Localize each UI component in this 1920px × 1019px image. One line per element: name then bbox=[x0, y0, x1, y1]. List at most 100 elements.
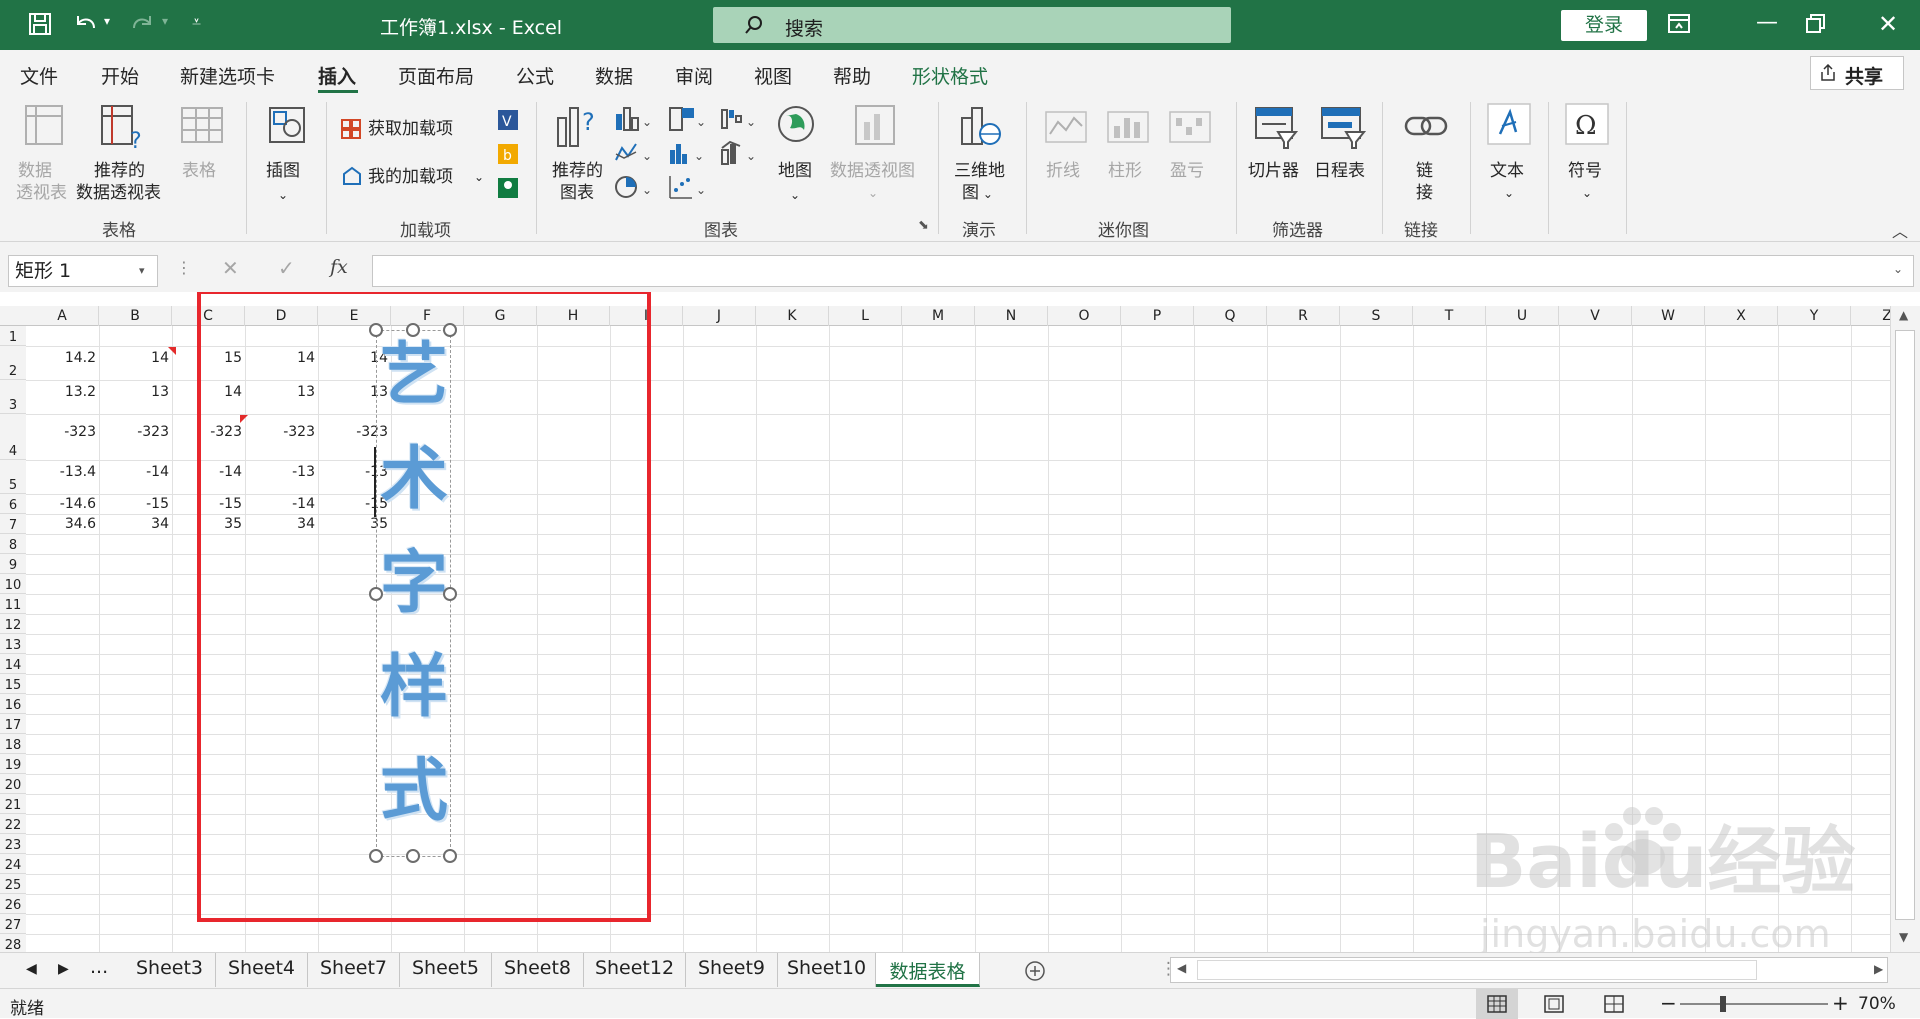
statistic-chart-icon[interactable]: ⌄ bbox=[668, 140, 708, 166]
vertical-scrollbar[interactable]: ▲ ▼ bbox=[1890, 306, 1920, 952]
sheet-tab-6[interactable]: Sheet12 bbox=[584, 953, 686, 987]
customize-toolbar-icon[interactable]: ⩡ bbox=[192, 12, 201, 32]
row-header-2[interactable]: 2 bbox=[0, 346, 26, 380]
scroll-up-icon[interactable]: ▲ bbox=[1899, 308, 1908, 322]
cell-B6[interactable]: -15 bbox=[99, 496, 169, 512]
column-header-R[interactable]: R bbox=[1267, 306, 1340, 326]
row-header-6[interactable]: 6 bbox=[0, 494, 26, 514]
name-box[interactable]: 矩形 1 ▾ bbox=[8, 255, 158, 287]
tab-shape-format[interactable]: 形状格式 bbox=[912, 62, 988, 89]
column-header-V[interactable]: V bbox=[1559, 306, 1632, 326]
normal-view-button[interactable] bbox=[1476, 989, 1518, 1019]
column-header-S[interactable]: S bbox=[1340, 306, 1413, 326]
row-header-3[interactable]: 3 bbox=[0, 380, 26, 414]
row-header-17[interactable]: 17 bbox=[0, 714, 26, 734]
new-sheet-icon[interactable] bbox=[1024, 960, 1046, 982]
get-addins-button[interactable]: 获取加载项 bbox=[338, 116, 478, 142]
hierarchy-chart-icon[interactable]: ⌄ bbox=[668, 106, 708, 132]
cell-B5[interactable]: -14 bbox=[99, 464, 169, 480]
cell-B7[interactable]: 34 bbox=[99, 516, 169, 532]
timeline-button[interactable]: 日程表 bbox=[1310, 104, 1374, 214]
zoom-out-button[interactable]: − bbox=[1660, 991, 1677, 1015]
prev-sheet-icon[interactable]: ◀ bbox=[26, 961, 37, 977]
column-header-J[interactable]: J bbox=[683, 306, 756, 326]
page-layout-view-icon[interactable] bbox=[1544, 995, 1564, 1013]
cancel-entry-icon[interactable]: ✕ bbox=[222, 256, 239, 280]
row-header-4[interactable]: 4 bbox=[0, 414, 26, 460]
cell-A7[interactable]: 34.6 bbox=[26, 516, 96, 532]
column-header-X[interactable]: X bbox=[1705, 306, 1778, 326]
cell-B2[interactable]: 14 bbox=[99, 350, 169, 366]
scroll-left-icon[interactable]: ◀ bbox=[1177, 961, 1186, 975]
cell-B3[interactable]: 13 bbox=[99, 384, 169, 400]
page-break-view-icon[interactable] bbox=[1604, 995, 1624, 1013]
sheet-tab-1[interactable]: Sheet3 bbox=[124, 953, 216, 987]
more-sheets-button[interactable]: ... bbox=[90, 956, 108, 978]
people-graph-icon[interactable] bbox=[496, 176, 520, 200]
confirm-entry-icon[interactable]: ✓ bbox=[278, 256, 295, 280]
row-header-9[interactable]: 9 bbox=[0, 554, 26, 574]
symbol-button[interactable]: Ω 符号 ⌄ bbox=[1558, 102, 1618, 212]
column-header-Q[interactable]: Q bbox=[1194, 306, 1267, 326]
column-header-T[interactable]: T bbox=[1413, 306, 1486, 326]
tab-file[interactable]: 文件 bbox=[20, 62, 58, 89]
column-header-W[interactable]: W bbox=[1632, 306, 1705, 326]
column-header-M[interactable]: M bbox=[902, 306, 975, 326]
zoom-slider-track[interactable] bbox=[1680, 1003, 1828, 1005]
row-header-16[interactable]: 16 bbox=[0, 694, 26, 714]
scatter-chart-icon[interactable]: ⌄ bbox=[668, 174, 708, 200]
tab-view[interactable]: 视图 bbox=[754, 62, 792, 89]
recommended-pivot-button[interactable]: ? 推荐的 数据透视表 bbox=[76, 104, 168, 214]
insert-function-icon[interactable]: fx bbox=[330, 256, 348, 278]
row-header-12[interactable]: 12 bbox=[0, 614, 26, 634]
my-addins-button[interactable]: 我的加载项 ⌄ bbox=[338, 164, 488, 190]
combo-chart-icon[interactable]: ⌄ bbox=[720, 140, 760, 166]
map-button[interactable]: 地图 ⌄ bbox=[770, 104, 824, 214]
row-header-21[interactable]: 21 bbox=[0, 794, 26, 814]
column-header-A[interactable]: A bbox=[26, 306, 99, 326]
row-header-7[interactable]: 7 bbox=[0, 514, 26, 534]
row-header-25[interactable]: 25 bbox=[0, 874, 26, 894]
tab-help[interactable]: 帮助 bbox=[833, 62, 871, 89]
line-chart-icon[interactable]: ⌄ bbox=[614, 140, 654, 166]
sheet-tab-4[interactable]: Sheet5 bbox=[400, 953, 492, 987]
scroll-down-icon[interactable]: ▼ bbox=[1899, 930, 1908, 944]
tab-insert[interactable]: 插入 bbox=[318, 62, 356, 89]
row-header-23[interactable]: 23 bbox=[0, 834, 26, 854]
3d-map-button[interactable]: 三维地 图 ⌄ bbox=[948, 104, 1012, 214]
row-header-26[interactable]: 26 bbox=[0, 894, 26, 914]
ribbon-display-options-icon[interactable] bbox=[1668, 14, 1690, 34]
tab-home[interactable]: 开始 bbox=[101, 62, 139, 89]
formula-input[interactable]: ⌄ bbox=[372, 255, 1914, 287]
cell-A5[interactable]: -13.4 bbox=[26, 464, 96, 480]
cell-A3[interactable]: 13.2 bbox=[26, 384, 96, 400]
column-header-B[interactable]: B bbox=[99, 306, 172, 326]
illustrations-button[interactable]: 插图 ⌄ bbox=[256, 104, 316, 214]
undo-icon[interactable] bbox=[72, 12, 98, 36]
vertical-scroll-thumb[interactable] bbox=[1895, 330, 1915, 920]
row-header-11[interactable]: 11 bbox=[0, 594, 26, 614]
save-icon[interactable] bbox=[28, 12, 52, 36]
row-header-20[interactable]: 20 bbox=[0, 774, 26, 794]
row-header-13[interactable]: 13 bbox=[0, 634, 26, 654]
sheet-tab-2[interactable]: Sheet4 bbox=[216, 953, 308, 987]
text-button[interactable]: 文本 ⌄ bbox=[1480, 102, 1540, 212]
tab-new-tab[interactable]: 新建选项卡 bbox=[180, 62, 275, 89]
collapse-ribbon-icon[interactable]: ︿ bbox=[1892, 218, 1908, 242]
link-button[interactable]: 链 接 bbox=[1392, 104, 1458, 214]
slicer-button[interactable]: 切片器 bbox=[1244, 104, 1308, 214]
row-header-14[interactable]: 14 bbox=[0, 654, 26, 674]
cell-A2[interactable]: 14.2 bbox=[26, 350, 96, 366]
row-header-19[interactable]: 19 bbox=[0, 754, 26, 774]
row-header-28[interactable]: 28 bbox=[0, 934, 26, 952]
row-header-1[interactable]: 1 bbox=[0, 326, 26, 346]
charts-dialog-launcher-icon[interactable]: ⬊ bbox=[918, 218, 929, 233]
sheet-tab-3[interactable]: Sheet7 bbox=[308, 953, 400, 987]
tab-review[interactable]: 审阅 bbox=[675, 62, 713, 89]
restore-icon[interactable] bbox=[1806, 14, 1826, 34]
zoom-level[interactable]: 70% bbox=[1858, 994, 1896, 1014]
row-header-18[interactable]: 18 bbox=[0, 734, 26, 754]
column-header-U[interactable]: U bbox=[1486, 306, 1559, 326]
expand-formula-icon[interactable]: ⌄ bbox=[1893, 262, 1903, 276]
recommended-charts-button[interactable]: ? 推荐的 图表 bbox=[546, 104, 610, 214]
